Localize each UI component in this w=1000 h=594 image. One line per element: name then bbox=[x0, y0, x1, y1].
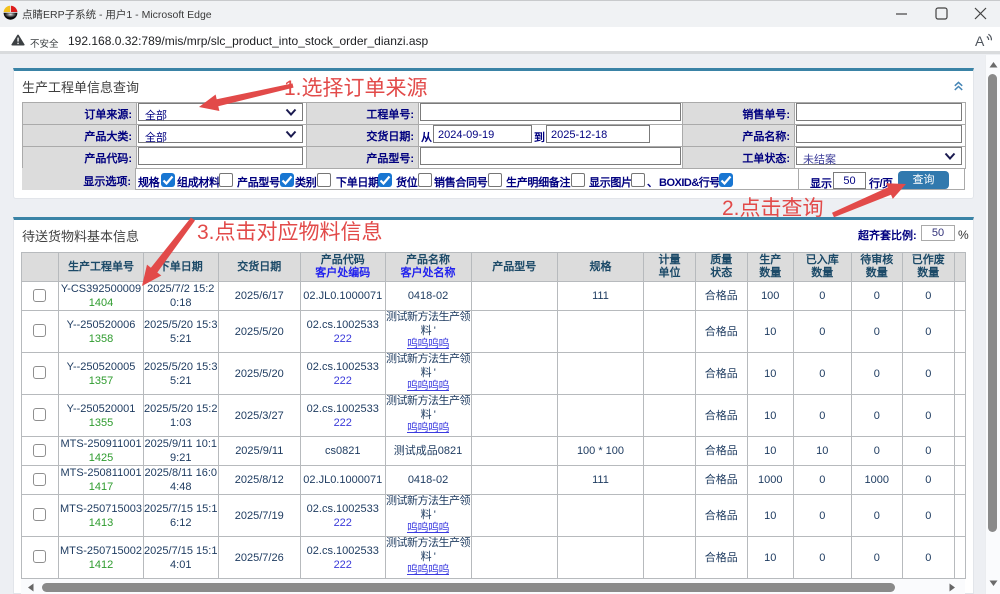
svg-text:A: A bbox=[975, 33, 985, 48]
